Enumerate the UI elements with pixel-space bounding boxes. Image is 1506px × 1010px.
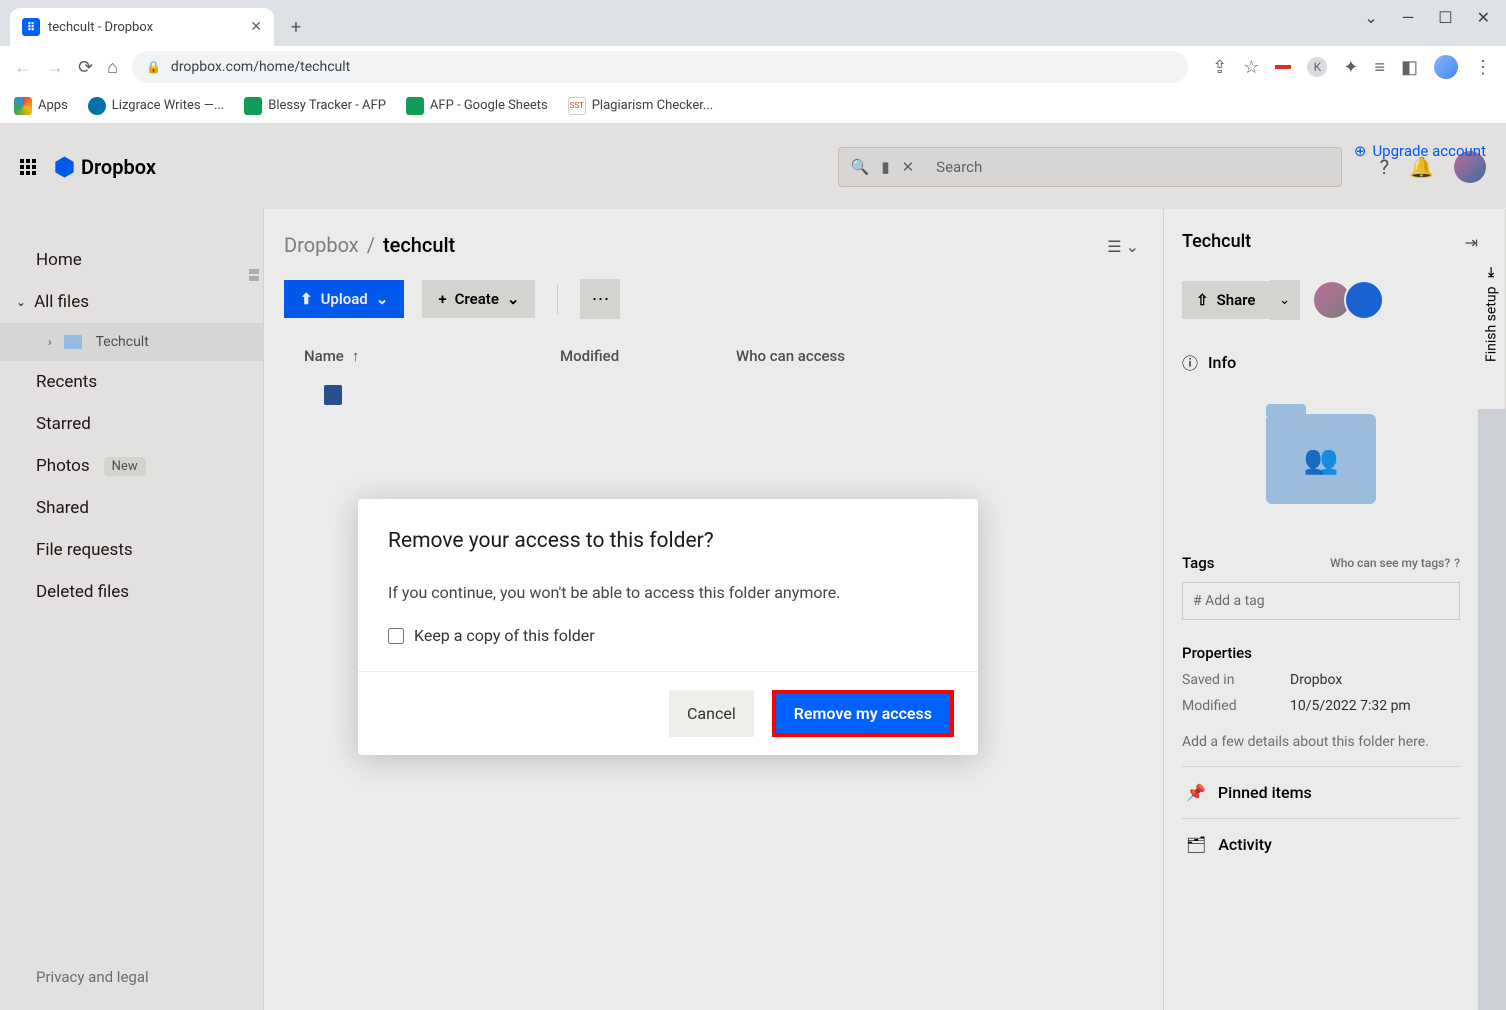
- back-icon[interactable]: ←: [14, 57, 32, 78]
- tab-title: techcult - Dropbox: [48, 20, 153, 35]
- dialog-body: If you continue, you won't be able to ac…: [388, 583, 948, 602]
- forward-icon[interactable]: →: [46, 57, 64, 78]
- side-panel-icon[interactable]: ◧: [1401, 57, 1418, 78]
- reading-list-icon[interactable]: ≡: [1374, 57, 1385, 78]
- reload-icon[interactable]: ⟳: [78, 57, 93, 78]
- bookmark-blessy[interactable]: Blessy Tracker - AFP: [244, 97, 386, 115]
- share-page-icon[interactable]: ⇪: [1212, 57, 1227, 78]
- bookmark-star-icon[interactable]: ☆: [1243, 57, 1259, 78]
- bookmark-afp[interactable]: AFP - Google Sheets: [406, 97, 548, 115]
- bookmarks-bar: Apps Lizgrace Writes —... Blessy Tracker…: [0, 88, 1506, 124]
- url-field[interactable]: 🔒 dropbox.com/home/techcult: [132, 51, 1188, 83]
- cancel-button[interactable]: Cancel: [669, 690, 754, 737]
- remove-access-dialog: Remove your access to this folder? If yo…: [358, 499, 978, 755]
- maximize-icon[interactable]: ☐: [1438, 8, 1452, 27]
- dropbox-favicon: ⠿: [22, 18, 40, 36]
- tab-dropdown-icon[interactable]: ⌄: [1364, 8, 1377, 27]
- bookmark-plagiarism[interactable]: SSTPlagiarism Checker...: [568, 97, 713, 115]
- profile-avatar-icon[interactable]: [1434, 55, 1458, 79]
- wordpress-icon: [88, 97, 106, 115]
- browser-tab[interactable]: ⠿ techcult - Dropbox ✕: [10, 8, 274, 46]
- minimize-icon[interactable]: —: [1402, 8, 1415, 27]
- apps-icon: [14, 97, 32, 115]
- new-tab-button[interactable]: +: [280, 11, 312, 43]
- kebab-menu-icon[interactable]: ⋮: [1474, 57, 1492, 78]
- keep-copy-checkbox[interactable]: Keep a copy of this folder: [388, 626, 948, 645]
- close-tab-icon[interactable]: ✕: [250, 19, 262, 35]
- bookmark-lizgrace[interactable]: Lizgrace Writes —...: [88, 97, 224, 115]
- mcafee-ext-icon[interactable]: [1275, 65, 1291, 69]
- extension-k-icon[interactable]: K: [1307, 57, 1327, 77]
- home-icon[interactable]: ⌂: [107, 57, 118, 78]
- keep-copy-input[interactable]: [388, 628, 404, 644]
- dialog-title: Remove your access to this folder?: [388, 529, 948, 553]
- close-window-icon[interactable]: ✕: [1477, 8, 1490, 27]
- sheets-icon: [406, 97, 424, 115]
- lock-icon: 🔒: [146, 60, 161, 74]
- remove-access-button[interactable]: Remove my access: [776, 694, 950, 733]
- url-text: dropbox.com/home/techcult: [171, 59, 350, 75]
- sheets-icon: [244, 97, 262, 115]
- sst-icon: SST: [568, 97, 586, 115]
- highlighted-action: Remove my access: [772, 690, 954, 737]
- extensions-icon[interactable]: ✦: [1343, 57, 1358, 78]
- bookmark-apps[interactable]: Apps: [14, 97, 68, 115]
